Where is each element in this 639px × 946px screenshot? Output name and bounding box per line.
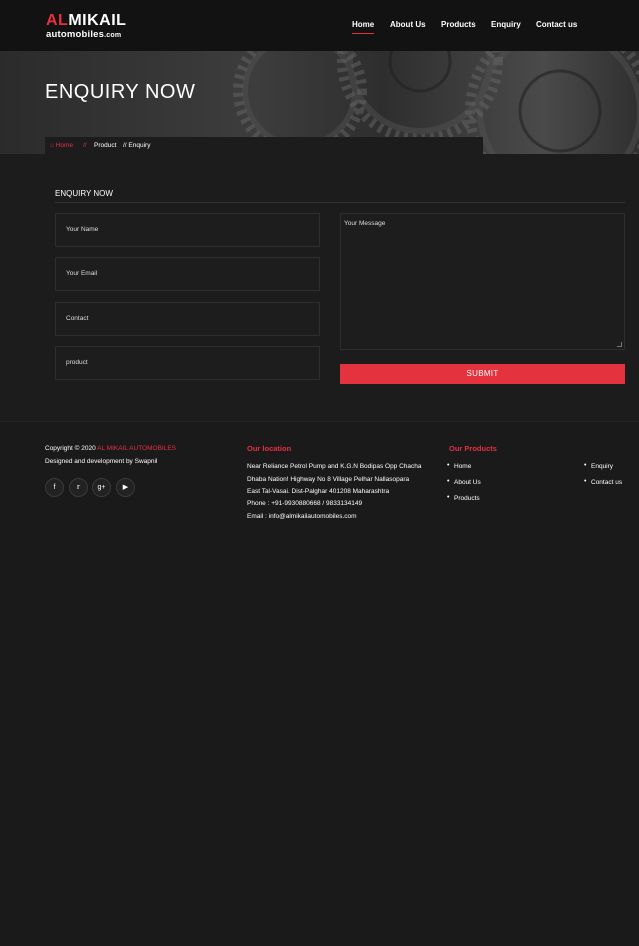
breadcrumb-product[interactable]: Product [94,142,116,149]
company-link[interactable]: AL MIKAIL AUTOMOBILES [97,445,176,452]
address-line-2: Dhaba Nation! Highway No 8 Village Pelha… [247,476,410,483]
breadcrumb: ⌂ Home // Product // Enquiry [45,137,483,154]
facebook-icon[interactable]: f [45,478,64,497]
copyright-text: Copyright © 2020 AL MIKAIL AUTOMOBILES [45,445,177,452]
page-banner: ENQUIRY NOW ⌂ Home // Product // Enquiry [0,51,639,154]
heading-divider [55,202,625,203]
product-field[interactable]: product [55,346,320,380]
nav-enquiry[interactable]: Enquiry [491,20,521,29]
designer-credit: Designed and development by Swapnil [45,458,158,465]
footer-link-home[interactable]: Home [447,462,471,470]
breadcrumb-current: // Enquiry [123,142,151,149]
form-heading: ENQUIRY NOW [55,189,113,198]
submit-button[interactable]: SUBMIT [340,364,625,384]
name-field[interactable]: Your Name [55,213,320,247]
nav-home[interactable]: Home [352,20,375,34]
footer-link-about-us[interactable]: About Us [447,478,481,486]
email-field[interactable]: Your Email [55,257,320,291]
google-plus-icon[interactable]: g+ [92,478,111,497]
address-line-3: East Tal-Vasai. Dist-Palghar 401208 Maha… [247,488,390,495]
breadcrumb-home[interactable]: ⌂ Home [50,142,73,149]
twitter-icon[interactable]: 𝕣 [69,478,88,497]
youtube-icon[interactable]: ▶ [116,478,135,497]
footer-link-enquiry[interactable]: Enquiry [584,462,613,470]
message-textarea[interactable]: Your Message [340,213,625,350]
main-nav: Home About Us Products Enquiry Contact u… [0,20,639,36]
email-text: Email : info@almikailautomobiles.com [247,513,357,520]
contact-field[interactable]: Contact [55,302,320,336]
nav-products[interactable]: Products [441,20,476,29]
footer-link-contact-us[interactable]: Contact us [584,478,622,486]
footer-link-products[interactable]: Products [447,494,480,502]
products-heading: Our Products [449,444,497,453]
site-header: ALMIKAIL automobiles.com Home About Us P… [0,0,639,51]
page-title: ENQUIRY NOW [45,81,196,103]
phone-text: Phone : +91-9930880668 / 9833134149 [247,500,363,507]
breadcrumb-separator: // [83,142,87,149]
nav-about-us[interactable]: About Us [390,20,426,29]
nav-contact-us[interactable]: Contact us [536,20,577,29]
location-heading: Our location [247,444,292,453]
resize-handle-icon[interactable] [617,342,622,347]
address-line-1: Near Reliance Petrol Pump and K.G.N Bodi… [247,463,422,470]
